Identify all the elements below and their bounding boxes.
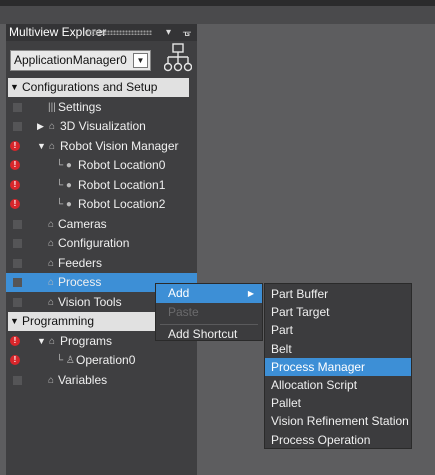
tree-item[interactable]: ! └ ● Robot Location0 xyxy=(6,156,197,175)
status-square-icon xyxy=(13,278,22,287)
tree-item[interactable]: ! ▼ ⌂ Robot Vision Manager xyxy=(6,137,197,156)
tree-item-label: Robot Vision Manager xyxy=(60,138,179,153)
expand-arrow-icon[interactable]: ▼ xyxy=(37,137,46,156)
tree-item-label: Settings xyxy=(58,99,102,114)
error-icon: ! xyxy=(10,355,20,365)
context-menu: Add ▶ Paste Add Shortcut xyxy=(155,283,263,341)
expand-arrow-icon[interactable]: ▼ xyxy=(37,332,46,351)
tree-item-label: Variables xyxy=(58,372,108,387)
node-icon: ⌂ xyxy=(48,257,55,269)
tree-item-label: Robot Location2 xyxy=(78,197,166,211)
tree-item-label: Process xyxy=(58,275,102,289)
panel-menu-icon[interactable]: ▾ xyxy=(166,24,171,41)
node-icon: ⌂ xyxy=(48,238,55,249)
submenu-arrow-icon: ▶ xyxy=(247,289,254,298)
menu-item[interactable]: Add Shortcut xyxy=(156,325,262,344)
error-icon: ! xyxy=(10,140,20,151)
tree-item[interactable]: ⌂ Cameras xyxy=(6,215,197,234)
submenu-item[interactable]: Process Manager xyxy=(265,357,411,376)
tree-item-label: Robot Location0 xyxy=(78,158,166,172)
tree-item[interactable]: ⌂ Variables xyxy=(6,371,197,390)
chevron-down-icon[interactable]: ▼ xyxy=(133,53,148,68)
tree-item[interactable]: ⌂ Feeders xyxy=(6,254,197,273)
error-icon: ! xyxy=(10,335,20,346)
node-icon: ⌂ xyxy=(48,218,55,230)
submenu-item[interactable]: Allocation Script xyxy=(265,376,411,394)
application-select[interactable]: ApplicationManager0 ▼ xyxy=(10,50,151,71)
toolbar-area xyxy=(0,6,435,24)
node-icon: └ ● xyxy=(56,179,72,191)
multiview-explorer: Multiview Explorer ▾ ᚗ ApplicationManage… xyxy=(6,24,197,475)
pin-icon[interactable]: ᚗ xyxy=(183,24,191,41)
hierarchy-icon[interactable] xyxy=(164,43,192,73)
expand-arrow-icon[interactable]: ▼ xyxy=(10,312,19,331)
tree-item[interactable]: ⌂ Configuration xyxy=(6,234,197,253)
tree-item-label: Robot Location1 xyxy=(78,177,166,192)
menu-item[interactable]: Paste xyxy=(156,303,262,322)
submenu-item[interactable]: Part xyxy=(265,321,411,339)
status-square-icon xyxy=(13,258,22,268)
submenu-item[interactable]: Process Operation xyxy=(265,431,411,449)
tree-item-label: Configurations and Setup xyxy=(22,80,158,94)
tree-item[interactable]: ! └ ♙ Operation0 xyxy=(6,351,197,370)
tree-section-header[interactable]: ▼ Configurations and Setup xyxy=(8,78,189,97)
node-icon: └ ● xyxy=(56,199,72,210)
status-square-icon xyxy=(13,122,22,131)
tree-item-label: Programming xyxy=(22,314,95,328)
status-square-icon xyxy=(13,297,22,307)
submenu-item[interactable]: Part Target xyxy=(265,303,411,321)
node-icon: ⌂ xyxy=(49,121,56,132)
node-icon: ||| xyxy=(48,101,56,113)
node-icon: └ ● xyxy=(56,160,72,171)
tree-item-label: Operation0 xyxy=(76,353,136,367)
tree-item-label: Feeders xyxy=(58,255,103,270)
node-icon: ⌂ xyxy=(49,335,56,347)
tree-item[interactable]: ! └ ● Robot Location2 xyxy=(6,195,197,214)
submenu-item[interactable]: Belt xyxy=(265,340,411,358)
tree-item-label: Configuration xyxy=(58,236,130,250)
status-square-icon xyxy=(13,102,22,112)
tree-item-label: 3D Visualization xyxy=(60,119,146,133)
node-icon: ⌂ xyxy=(49,140,56,152)
application-select-value: ApplicationManager0 xyxy=(14,53,127,67)
tree-item-label: Programs xyxy=(60,333,113,348)
submenu-item[interactable]: Part Buffer xyxy=(265,285,411,303)
menu-item-label: Add Shortcut xyxy=(168,327,238,341)
collapse-arrow-icon[interactable]: ▶ xyxy=(37,117,44,136)
menu-item-label: Add xyxy=(168,286,190,300)
add-submenu: Part Buffer Part Target Part Belt Process Ma… xyxy=(264,283,412,449)
expand-arrow-icon[interactable]: ▼ xyxy=(10,78,19,97)
status-square-icon xyxy=(13,219,22,229)
node-icon: ⌂ xyxy=(48,277,55,288)
error-icon: ! xyxy=(10,160,20,170)
drag-grip[interactable] xyxy=(86,30,152,35)
tree-item-label: Vision Tools xyxy=(58,294,122,309)
node-icon: └ ♙ xyxy=(56,355,75,366)
explorer-title-bar: Multiview Explorer ▾ ᚗ xyxy=(6,24,197,41)
submenu-item[interactable]: Vision Refinement Station xyxy=(265,412,411,430)
tree-item[interactable]: ! └ ● Robot Location1 xyxy=(6,176,197,195)
tree-item-label: Cameras xyxy=(58,216,107,231)
error-icon: ! xyxy=(10,179,20,190)
node-icon: ⌂ xyxy=(48,374,55,386)
menu-item-label: Paste xyxy=(168,305,199,319)
tree-item[interactable]: ||| Settings xyxy=(6,98,197,117)
node-icon: ⌂ xyxy=(48,296,55,308)
status-square-icon xyxy=(13,375,22,385)
tree-item[interactable]: ▶ ⌂ 3D Visualization xyxy=(6,117,197,136)
menu-item[interactable]: Add ▶ xyxy=(156,284,262,303)
status-square-icon xyxy=(13,239,22,248)
submenu-item[interactable]: Pallet xyxy=(265,394,411,412)
error-icon: ! xyxy=(10,199,20,209)
